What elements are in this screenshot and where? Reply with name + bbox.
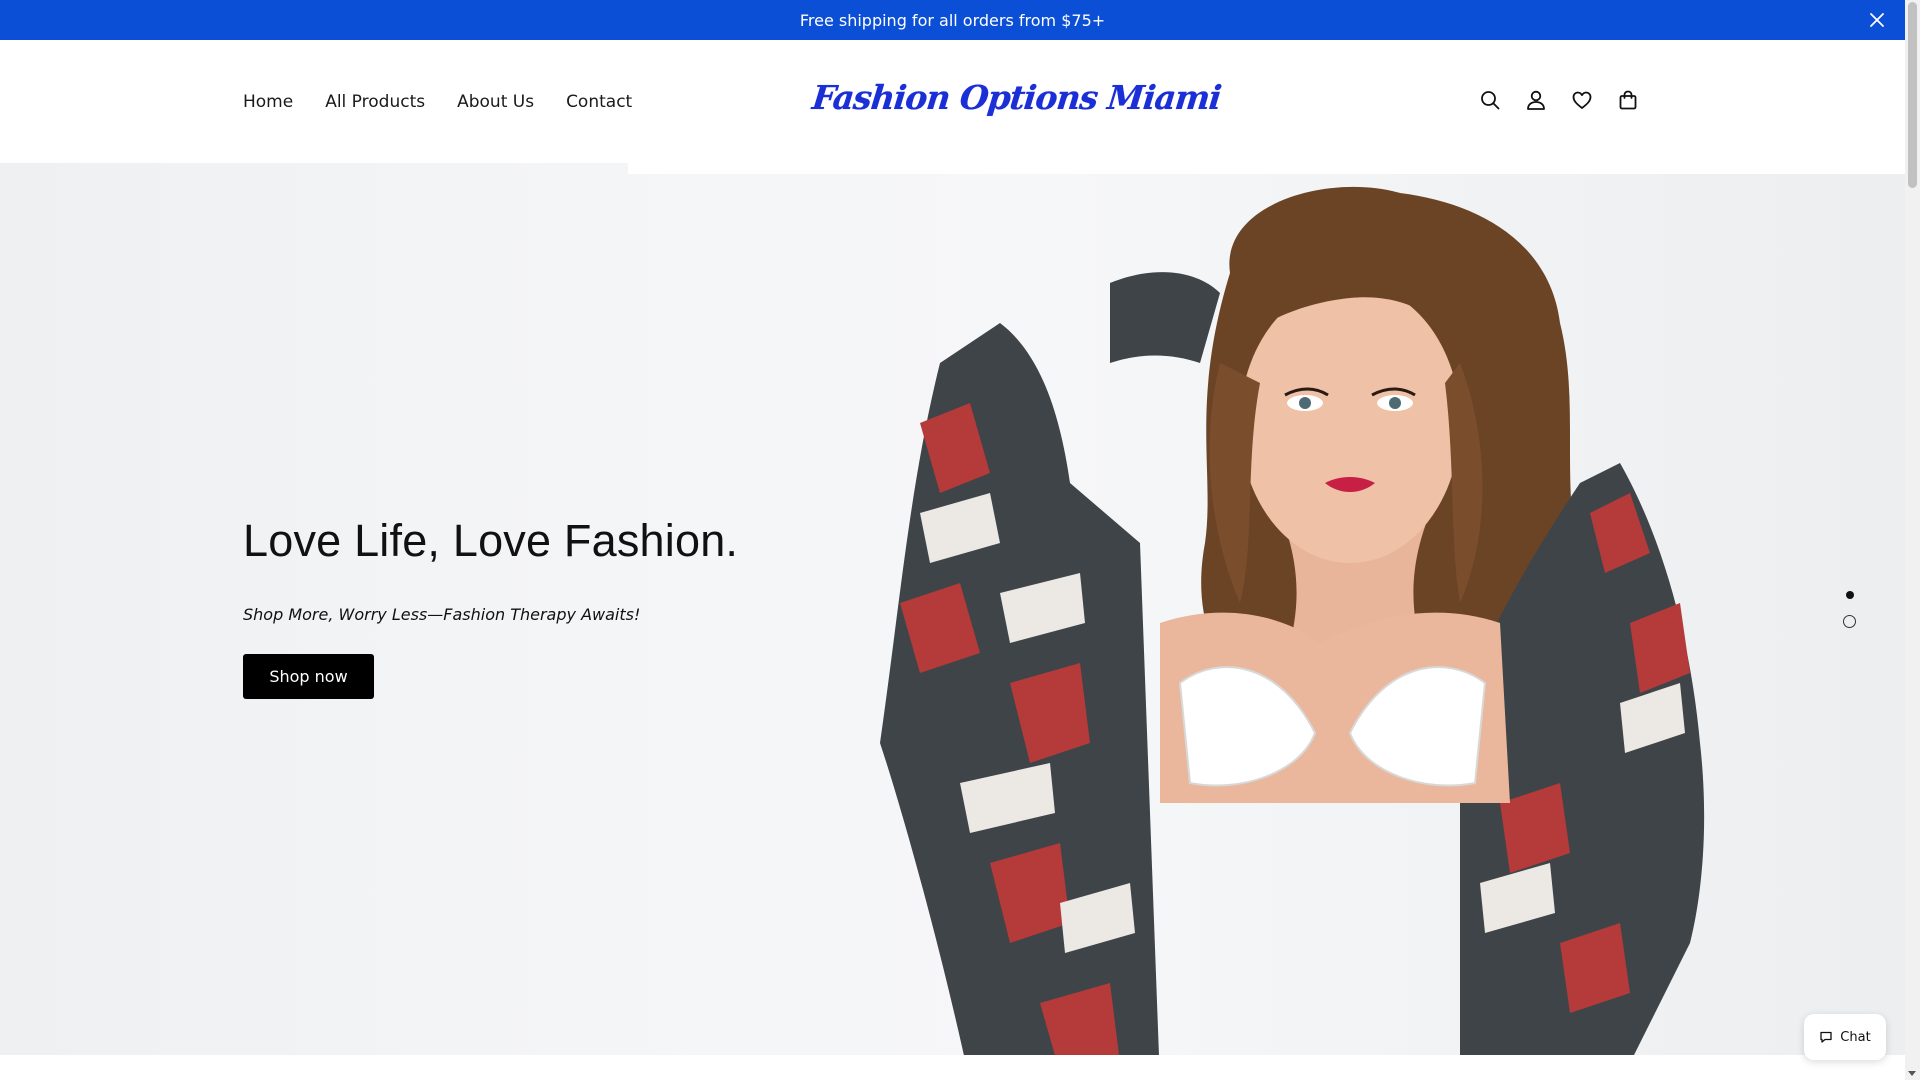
chat-button[interactable]: Chat	[1804, 1014, 1886, 1060]
chat-bubble-icon	[1820, 1031, 1832, 1043]
page: Free shipping for all orders from $75+ H…	[0, 0, 1920, 1080]
account-icon[interactable]	[1524, 88, 1548, 112]
shop-now-button[interactable]: Shop now	[243, 654, 374, 699]
hero-model-image	[880, 186, 1705, 1055]
scrollbar-thumb[interactable]	[1908, 2, 1917, 188]
page-below-hero	[0, 1055, 1905, 1080]
hero-slideshow: Love Life, Love Fashion. Shop More, Worr…	[0, 163, 1905, 1055]
search-icon[interactable]	[1478, 88, 1502, 112]
header-edge	[628, 163, 1905, 174]
chat-label: Chat	[1840, 1029, 1871, 1045]
slide-dot-active[interactable]	[1845, 591, 1854, 599]
brand-logo[interactable]: Fashion Options Miami	[809, 78, 1222, 126]
announcement-text: Free shipping for all orders from $75+	[799, 10, 1106, 30]
hero-content: Love Life, Love Fashion. Shop More, Worr…	[243, 515, 738, 699]
nav-about-us[interactable]: About Us	[457, 92, 534, 112]
announcement-bar: Free shipping for all orders from $75+	[0, 0, 1905, 40]
wishlist-heart-icon[interactable]	[1570, 88, 1594, 112]
page-scrollbar[interactable]	[1905, 0, 1920, 1080]
nav-all-products[interactable]: All Products	[325, 92, 425, 112]
site-header: Home All Products About Us Contact Fashi…	[0, 40, 1905, 174]
hero-title: Love Life, Love Fashion.	[243, 515, 739, 566]
slide-indicators	[1843, 591, 1856, 628]
slide-dot[interactable]	[1843, 615, 1856, 628]
hero-subtitle: Shop More, Worry Less—Fashion Therapy Aw…	[243, 605, 641, 624]
cart-bag-icon[interactable]	[1616, 88, 1640, 112]
nav-contact[interactable]: Contact	[566, 92, 632, 112]
nav-home[interactable]: Home	[243, 92, 293, 112]
header-icons	[1478, 88, 1640, 112]
close-icon[interactable]	[1865, 8, 1889, 32]
scroll-down-arrow-icon[interactable]	[1908, 1071, 1916, 1076]
main-nav: Home All Products About Us Contact	[243, 92, 632, 112]
